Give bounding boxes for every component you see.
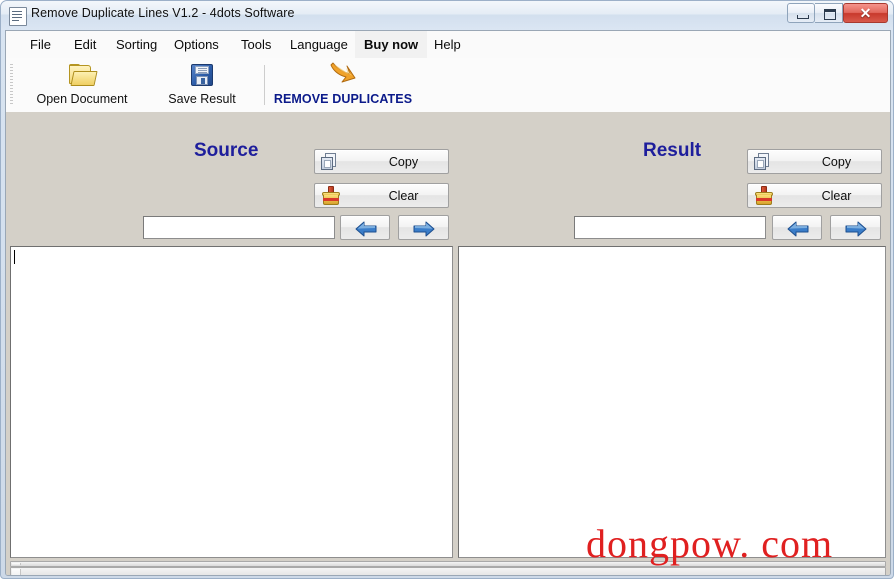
document-lines-icon (9, 7, 27, 26)
maximize-button[interactable] (815, 3, 843, 23)
result-search-input-field[interactable] (575, 217, 765, 238)
status-bar (10, 567, 886, 575)
toolbar-grip[interactable] (10, 64, 13, 106)
menu-item-options[interactable]: Options (165, 31, 228, 58)
menu-item-file[interactable]: File (21, 31, 60, 58)
window-title: Remove Duplicate Lines V1.2 - 4dots Soft… (31, 6, 295, 20)
result-search-input[interactable] (574, 216, 766, 239)
result-previous-button[interactable] (772, 215, 822, 240)
result-clear-label: Clear (821, 188, 852, 203)
arrow-right-icon (413, 221, 435, 237)
title-bar[interactable]: Remove Duplicate Lines V1.2 - 4dots Soft… (1, 1, 893, 30)
arrow-left-icon (355, 221, 377, 237)
result-title: Result (643, 140, 702, 161)
status-bar-grip (12, 569, 21, 575)
source-clear-label: Clear (388, 188, 419, 203)
menu-item-help[interactable]: Help (425, 31, 470, 58)
toolbar-separator (264, 65, 265, 105)
main-content: Source Copy Clear Result Copy Clear (6, 112, 890, 575)
remove-duplicates-button[interactable]: REMOVE DUPLICATES (272, 60, 414, 110)
client-area: File Edit Sorting Options Tools Language… (5, 30, 891, 576)
toolbar: Open Document Save Result REMOVE DUPLICA… (6, 58, 890, 113)
source-previous-button[interactable] (340, 215, 390, 240)
menu-item-edit[interactable]: Edit (65, 31, 105, 58)
source-textarea[interactable] (10, 246, 453, 558)
minimize-icon (797, 15, 809, 19)
source-next-button[interactable] (398, 215, 449, 240)
save-result-label: Save Result (168, 92, 236, 106)
result-textarea[interactable] (458, 246, 886, 558)
source-title: Source (194, 140, 259, 161)
result-copy-button[interactable]: Copy (747, 149, 882, 174)
source-search-input[interactable] (143, 216, 335, 239)
result-copy-label: Copy (821, 154, 852, 169)
menu-item-language[interactable]: Language (281, 31, 357, 58)
remove-duplicates-label: REMOVE DUPLICATES (273, 92, 413, 106)
maximize-icon (824, 9, 836, 20)
menu-item-tools[interactable]: Tools (232, 31, 280, 58)
source-clear-button[interactable]: Clear (314, 183, 449, 208)
close-icon: ✕ (859, 5, 872, 21)
minimize-button[interactable] (787, 3, 815, 23)
arrow-left-icon (787, 221, 809, 237)
application-window: Remove Duplicate Lines V1.2 - 4dots Soft… (0, 0, 894, 579)
menu-item-buy-now[interactable]: Buy now (355, 31, 428, 58)
text-caret (14, 250, 15, 264)
source-copy-button[interactable]: Copy (314, 149, 449, 174)
arrow-right-icon (845, 221, 867, 237)
progress-bar-fill (12, 563, 21, 565)
result-next-button[interactable] (830, 215, 881, 240)
menu-item-sorting[interactable]: Sorting (107, 31, 166, 58)
result-clear-button[interactable]: Clear (747, 183, 882, 208)
curved-arrow-icon (330, 62, 357, 88)
floppy-disk-icon (191, 64, 213, 86)
folder-icon (69, 64, 98, 86)
source-copy-label: Copy (388, 154, 419, 169)
source-search-input-field[interactable] (144, 217, 334, 238)
open-document-button[interactable]: Open Document (20, 60, 144, 110)
close-button[interactable]: ✕ (843, 3, 888, 23)
open-document-label: Open Document (36, 92, 128, 106)
save-result-button[interactable]: Save Result (152, 60, 252, 110)
menu-bar: File Edit Sorting Options Tools Language… (6, 31, 890, 59)
